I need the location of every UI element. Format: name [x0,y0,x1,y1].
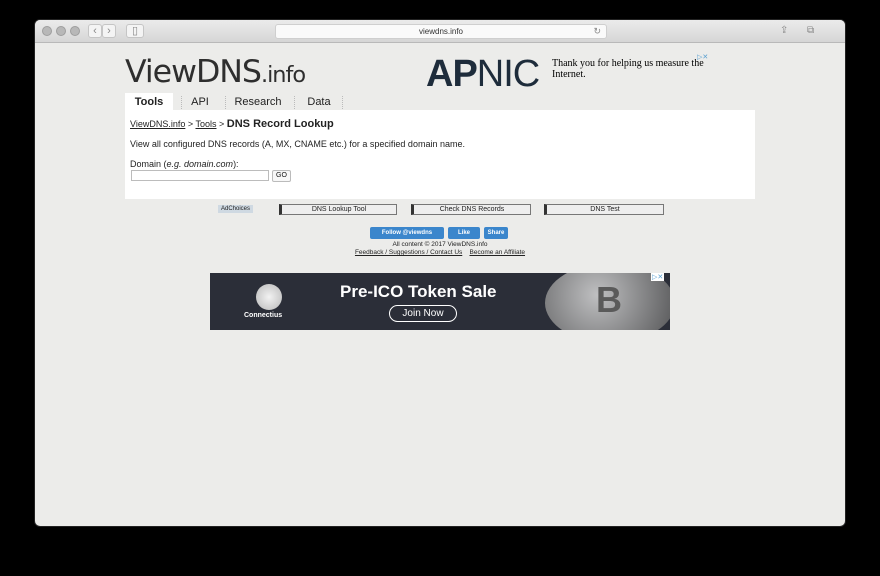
tab-tools[interactable]: Tools [125,93,173,111]
domain-input[interactable] [131,170,269,181]
banner-title: Pre-ICO Token Sale [340,282,497,301]
back-icon[interactable]: ‹ [88,24,102,38]
twitter-follow-button[interactable]: Follow @viewdns [370,227,444,239]
ad-close-icon[interactable]: ▷✕ [697,53,708,61]
zoom-window-button[interactable] [70,26,80,36]
ad-close-icon[interactable]: ▷✕ [651,273,665,281]
reload-icon[interactable]: ↻ [593,25,601,38]
browser-toolbar: ‹ › ▯ viewdns.info ↻ ⇪ ⧉ [35,20,845,43]
tool-description: View all configured DNS records (A, MX, … [130,139,465,149]
apnic-ad-logo[interactable]: APNIC [426,53,540,96]
tab-divider [225,96,226,109]
tab-research[interactable]: Research [227,93,289,111]
domain-label: Domain (e.g. domain.com): [130,159,239,169]
viewdns-logo[interactable]: ViewDNS.info [125,54,306,90]
copyright-text: All content © 2017 ViewDNS.info [392,241,488,248]
browser-window: ‹ › ▯ viewdns.info ↻ ⇪ ⧉ ViewDNS.info AP… [35,20,845,526]
footer-links: Feedback / Suggestions / Contact Us Beco… [35,249,845,256]
ico-ad-banner[interactable]: B Connectius Pre-ICO Token Sale Join Now… [210,273,670,330]
breadcrumb-tools-link[interactable]: Tools [195,119,216,129]
ad-link-dns-lookup-tool[interactable]: DNS Lookup Tool [279,204,397,215]
minimize-window-button[interactable] [56,26,66,36]
address-bar[interactable]: viewdns.info ↻ [275,24,607,39]
apnic-ad-text[interactable]: Thank you for helping us measure the Int… [552,58,712,80]
tool-panel: ViewDNS.info > Tools > DNS Record Lookup… [125,110,755,199]
ad-link-dns-test[interactable]: DNS Test [544,204,664,215]
share-icon[interactable]: ⇪ [780,25,788,36]
facebook-like-button[interactable]: Like [448,227,480,239]
tabs-overview-icon[interactable]: ⧉ [807,25,814,36]
ad-link-check-dns-records[interactable]: Check DNS Records [411,204,531,215]
connectius-logo-icon [256,284,282,310]
breadcrumb: ViewDNS.info > Tools > DNS Record Lookup [130,118,334,130]
join-now-button[interactable]: Join Now [389,305,457,322]
tab-divider [342,96,343,109]
url-text: viewdns.info [418,27,464,36]
go-button[interactable]: GO [272,170,291,182]
page-title: DNS Record Lookup [226,118,334,130]
facebook-share-button[interactable]: Share [484,227,508,239]
tab-api[interactable]: API [182,93,218,111]
forward-icon[interactable]: › [102,24,116,38]
breadcrumb-home-link[interactable]: ViewDNS.info [130,119,185,129]
close-window-button[interactable] [42,26,52,36]
tab-data[interactable]: Data [295,93,343,111]
adchoices-label[interactable]: AdChoices [218,205,254,213]
feedback-link[interactable]: Feedback / Suggestions / Contact Us [355,249,462,256]
sidebar-icon[interactable]: ▯ [126,24,144,38]
affiliate-link[interactable]: Become an Affiliate [470,249,526,256]
bitcoin-glyph: B [596,279,622,320]
connectius-brand: Connectius [244,312,283,319]
